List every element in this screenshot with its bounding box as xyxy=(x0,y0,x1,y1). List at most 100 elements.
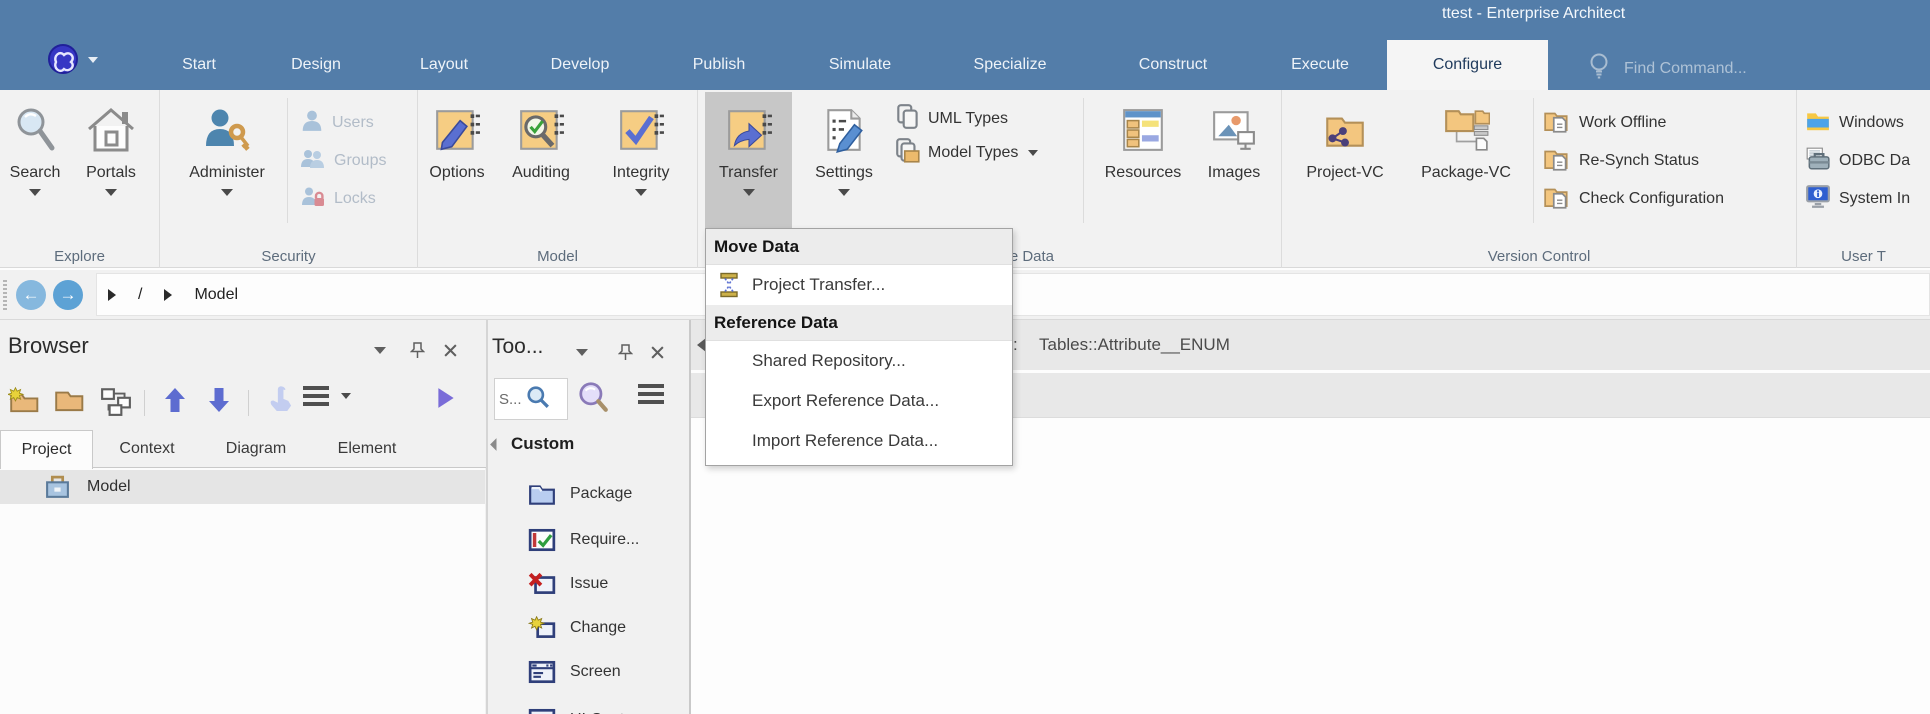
toolbox-item-requirement[interactable]: Require... xyxy=(488,518,689,561)
new-package-button[interactable] xyxy=(8,386,40,414)
toolbox-item-change[interactable]: Change xyxy=(488,606,689,649)
new-diagram-button[interactable] xyxy=(100,386,132,416)
tree-item-label: Model xyxy=(87,478,131,496)
menu-header-move-data: Move Data xyxy=(706,229,1012,265)
browser-pin-icon[interactable] xyxy=(410,342,425,359)
settings-button[interactable]: Settings xyxy=(798,92,890,228)
locks-icon xyxy=(300,185,326,214)
settings-icon xyxy=(820,98,868,162)
nav-forward-button[interactable]: → xyxy=(53,280,83,310)
breadcrumb-arrow-icon[interactable] xyxy=(108,289,116,301)
nav-back-button[interactable]: ← xyxy=(16,280,46,310)
title-bar: ttest - Enterprise Architect xyxy=(0,0,1930,30)
administer-button[interactable]: Administer xyxy=(168,92,286,228)
search-button[interactable]: Search xyxy=(6,92,64,228)
breadcrumb-arrow-icon[interactable] xyxy=(164,289,172,301)
browser-close-icon[interactable] xyxy=(443,343,458,358)
menu-item-project-transfer[interactable]: Project Transfer... xyxy=(706,265,1012,305)
tree-item-model[interactable]: Model xyxy=(0,470,485,504)
toolbox-panel-title: Too... xyxy=(492,335,543,359)
move-down-button[interactable] xyxy=(206,386,232,414)
tab-simulate[interactable]: Simulate xyxy=(829,40,891,90)
ribbon-group-model: Options Auditing Integrity Model xyxy=(418,90,698,268)
divider xyxy=(248,390,249,416)
browser-panel-title: Browser xyxy=(8,333,89,359)
package-vc-button[interactable]: Package-VC xyxy=(1402,92,1530,228)
toolbox-item-screen[interactable]: Screen xyxy=(488,650,689,693)
transfer-dropdown-menu: Move Data Project Transfer... Reference … xyxy=(705,228,1013,466)
model-types-caret-icon xyxy=(1028,150,1038,156)
menu-item-shared-repository[interactable]: Shared Repository... xyxy=(706,341,1012,381)
ribbon-group-security: Administer Users Groups xyxy=(160,90,418,268)
system-information-button[interactable]: System In xyxy=(1805,180,1930,218)
windows-explorer-button[interactable]: Windows xyxy=(1805,104,1930,142)
uml-types-button[interactable]: UML Types xyxy=(894,102,1080,136)
options-button[interactable]: Options xyxy=(424,92,490,228)
resynch-status-button[interactable]: Re-Synch Status xyxy=(1543,142,1793,180)
portals-button[interactable]: Portals xyxy=(68,92,154,228)
project-vc-button[interactable]: Project-VC xyxy=(1290,92,1400,228)
toolbox-item-issue[interactable]: Issue xyxy=(488,562,689,605)
breadcrumb-current[interactable]: Model xyxy=(194,286,238,304)
administer-user-key-icon xyxy=(203,98,251,162)
browser-tab-context[interactable]: Context xyxy=(107,430,187,468)
tab-publish[interactable]: Publish xyxy=(693,40,745,90)
find-command-box[interactable]: Find Command... xyxy=(1588,52,1747,85)
tab-layout[interactable]: Layout xyxy=(420,40,468,90)
browser-tab-diagram[interactable]: Diagram xyxy=(213,430,299,468)
toolbox-find-button[interactable] xyxy=(576,380,610,414)
tab-configure[interactable]: Configure xyxy=(1387,40,1548,90)
toolbox-search-input[interactable]: S... xyxy=(494,378,568,420)
hamburger-caret-icon xyxy=(341,393,351,399)
browser-menu-caret-icon[interactable] xyxy=(374,347,386,354)
hamburger-menu-button[interactable] xyxy=(303,386,351,406)
work-offline-button[interactable]: Work Offline xyxy=(1543,104,1793,142)
toolbox-menu-caret-icon[interactable] xyxy=(576,349,588,356)
images-button[interactable]: Images xyxy=(1196,92,1272,228)
tab-execute[interactable]: Execute xyxy=(1291,40,1349,90)
integrity-button[interactable]: Integrity xyxy=(592,92,690,228)
app-menu-button[interactable] xyxy=(46,42,98,78)
browser-tab-project[interactable]: Project xyxy=(0,430,93,469)
hamburger-icon xyxy=(638,384,664,404)
transfer-caret-icon xyxy=(743,189,755,196)
toolbox-panel: Too... S... Custom Package xyxy=(488,320,690,714)
settings-caret-icon xyxy=(838,189,850,196)
tab-specialize[interactable]: Specialize xyxy=(974,40,1047,90)
breadcrumb-bar[interactable]: / Model xyxy=(96,273,1930,316)
menu-item-import-reference-data[interactable]: Import Reference Data... xyxy=(706,421,1012,461)
touch-mode-button[interactable] xyxy=(266,386,294,414)
resources-button[interactable]: Resources xyxy=(1093,92,1193,228)
tab-develop[interactable]: Develop xyxy=(551,40,610,90)
toolbox-section-custom[interactable]: Custom xyxy=(492,434,574,454)
system-monitor-icon xyxy=(1805,184,1831,215)
ribbon-group-version-control: Project-VC Package-VC Work Offline xyxy=(1282,90,1797,268)
model-types-button[interactable]: Model Types xyxy=(894,136,1080,170)
toolbox-close-icon[interactable] xyxy=(650,345,665,360)
check-configuration-button[interactable]: Check Configuration xyxy=(1543,180,1793,218)
toolbox-pin-icon[interactable] xyxy=(618,344,633,361)
issue-icon xyxy=(528,572,556,596)
tab-start[interactable]: Start xyxy=(182,40,216,90)
tab-design[interactable]: Design xyxy=(291,40,341,90)
search-icon xyxy=(13,98,57,162)
menu-item-export-reference-data[interactable]: Export Reference Data... xyxy=(706,381,1012,421)
window-title: ttest - Enterprise Architect xyxy=(1442,5,1625,23)
browser-tab-element[interactable]: Element xyxy=(325,430,409,468)
move-up-button[interactable] xyxy=(162,386,188,414)
toolbox-item-ui-control[interactable]: UI Cont... xyxy=(488,698,689,714)
auditing-button[interactable]: Auditing xyxy=(494,92,588,228)
model-types-icon xyxy=(894,137,922,170)
toolbox-hamburger-button[interactable] xyxy=(638,384,664,404)
transfer-button[interactable]: Transfer xyxy=(705,92,792,228)
new-folder-button[interactable] xyxy=(53,386,85,414)
breadcrumb-root[interactable]: / xyxy=(138,286,142,304)
odbc-data-sources-button[interactable]: ODBC Da xyxy=(1805,142,1930,180)
tab-construct[interactable]: Construct xyxy=(1139,40,1207,90)
transfer-icon xyxy=(725,98,773,162)
toolbox-search-text: S... xyxy=(499,391,522,408)
toolbox-item-package[interactable]: Package xyxy=(488,472,689,515)
navigate-button[interactable] xyxy=(436,386,456,410)
toolbar-grip[interactable] xyxy=(3,280,7,310)
ribbon-group-user-tools: Windows ODBC Da System In User T xyxy=(1797,90,1930,268)
